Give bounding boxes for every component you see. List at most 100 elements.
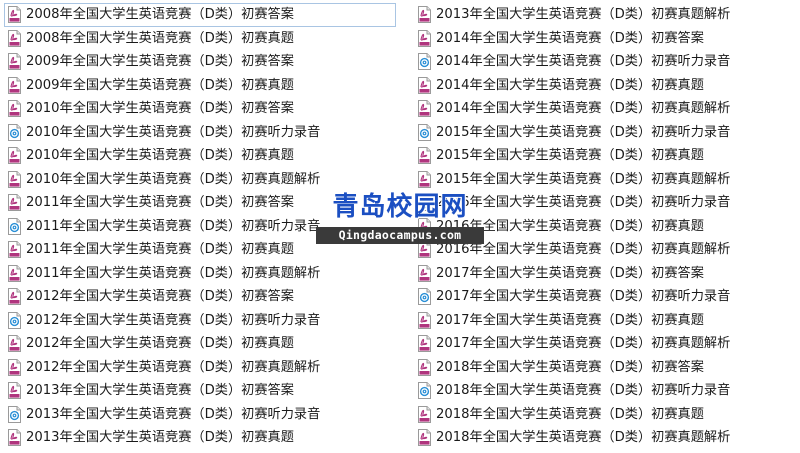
pdf-file-icon — [8, 147, 26, 165]
file-item[interactable]: 2012年全国大学生英语竞赛（D类）初赛真题 — [4, 332, 396, 356]
file-item[interactable]: 2013年全国大学生英语竞赛（D类）初赛真题 — [4, 426, 396, 450]
file-name: 2010年全国大学生英语竞赛（D类）初赛答案 — [26, 101, 294, 117]
file-item[interactable]: 2008年全国大学生英语竞赛（D类）初赛真题 — [4, 27, 396, 51]
file-item[interactable]: 2018年全国大学生英语竞赛（D类）初赛听力录音 — [414, 379, 800, 403]
pdf-file-icon — [8, 429, 26, 447]
file-name: 2018年全国大学生英语竞赛（D类）初赛真题 — [436, 406, 704, 422]
file-name: 2016年全国大学生英语竞赛（D类）初赛听力录音 — [436, 195, 731, 211]
file-item[interactable]: 2015年全国大学生英语竞赛（D类）初赛真题解析 — [414, 168, 800, 192]
file-item[interactable]: 2017年全国大学生英语竞赛（D类）初赛答案 — [414, 262, 800, 286]
file-name: 2010年全国大学生英语竞赛（D类）初赛真题 — [26, 148, 294, 164]
file-item[interactable]: 2010年全国大学生英语竞赛（D类）初赛真题 — [4, 144, 396, 168]
file-item[interactable]: 2011年全国大学生英语竞赛（D类）初赛答案 — [4, 191, 396, 215]
file-name: 2015年全国大学生英语竞赛（D类）初赛真题 — [436, 148, 704, 164]
file-item[interactable]: 2017年全国大学生英语竞赛（D类）初赛听力录音 — [414, 285, 800, 309]
file-list: 2008年全国大学生英语竞赛（D类）初赛答案 2008年全国大学生英语竞赛（D类）… — [0, 0, 800, 453]
file-name: 2013年全国大学生英语竞赛（D类）初赛真题 — [26, 430, 294, 446]
file-column-right: 2013年全国大学生英语竞赛（D类）初赛真题解析 2014年全国大学生英语竞赛（D… — [414, 3, 800, 450]
pdf-file-icon — [418, 29, 436, 47]
file-name: 2009年全国大学生英语竞赛（D类）初赛真题 — [26, 77, 294, 93]
file-item[interactable]: 2009年全国大学生英语竞赛（D类）初赛答案 — [4, 50, 396, 74]
file-item[interactable]: 2011年全国大学生英语竞赛（D类）初赛听力录音 — [4, 215, 396, 239]
file-name: 2009年全国大学生英语竞赛（D类）初赛答案 — [26, 54, 294, 70]
pdf-file-icon — [8, 53, 26, 71]
pdf-file-icon — [8, 241, 26, 259]
pdf-file-icon — [418, 217, 436, 235]
audio-file-icon — [418, 288, 436, 306]
file-item[interactable]: 2018年全国大学生英语竞赛（D类）初赛真题 — [414, 403, 800, 427]
file-item[interactable]: 2012年全国大学生英语竞赛（D类）初赛听力录音 — [4, 309, 396, 333]
pdf-file-icon — [8, 335, 26, 353]
file-name: 2014年全国大学生英语竞赛（D类）初赛听力录音 — [436, 54, 731, 70]
file-item[interactable]: 2013年全国大学生英语竞赛（D类）初赛真题解析 — [414, 3, 800, 27]
file-item[interactable]: 2018年全国大学生英语竞赛（D类）初赛真题解析 — [414, 426, 800, 450]
file-item[interactable]: 2012年全国大学生英语竞赛（D类）初赛真题解析 — [4, 356, 396, 380]
file-item[interactable]: 2016年全国大学生英语竞赛（D类）初赛听力录音 — [414, 191, 800, 215]
pdf-file-icon — [8, 194, 26, 212]
file-item[interactable]: 2016年全国大学生英语竞赛（D类）初赛真题 — [414, 215, 800, 239]
file-name: 2015年全国大学生英语竞赛（D类）初赛听力录音 — [436, 124, 731, 140]
file-name: 2017年全国大学生英语竞赛（D类）初赛答案 — [436, 265, 704, 281]
file-column-left: 2008年全国大学生英语竞赛（D类）初赛答案 2008年全国大学生英语竞赛（D类）… — [4, 3, 396, 450]
file-item[interactable]: 2012年全国大学生英语竞赛（D类）初赛答案 — [4, 285, 396, 309]
audio-file-icon — [8, 405, 26, 423]
file-item[interactable]: 2013年全国大学生英语竞赛（D类）初赛答案 — [4, 379, 396, 403]
file-name: 2012年全国大学生英语竞赛（D类）初赛真题 — [26, 336, 294, 352]
file-name: 2011年全国大学生英语竞赛（D类）初赛真题 — [26, 242, 294, 258]
audio-file-icon — [8, 217, 26, 235]
file-name: 2015年全国大学生英语竞赛（D类）初赛真题解析 — [436, 171, 731, 187]
file-item[interactable]: 2009年全国大学生英语竞赛（D类）初赛真题 — [4, 74, 396, 98]
file-item[interactable]: 2017年全国大学生英语竞赛（D类）初赛真题 — [414, 309, 800, 333]
file-item[interactable]: 2011年全国大学生英语竞赛（D类）初赛真题 — [4, 238, 396, 262]
pdf-file-icon — [418, 147, 436, 165]
audio-file-icon — [418, 194, 436, 212]
file-name: 2008年全国大学生英语竞赛（D类）初赛真题 — [26, 30, 294, 46]
file-name: 2017年全国大学生英语竞赛（D类）初赛听力录音 — [436, 289, 731, 305]
pdf-file-icon — [8, 264, 26, 282]
audio-file-icon — [8, 123, 26, 141]
file-item[interactable]: 2014年全国大学生英语竞赛（D类）初赛真题解析 — [414, 97, 800, 121]
file-name: 2011年全国大学生英语竞赛（D类）初赛真题解析 — [26, 265, 321, 281]
audio-file-icon — [8, 311, 26, 329]
file-name: 2013年全国大学生英语竞赛（D类）初赛听力录音 — [26, 406, 321, 422]
file-name: 2018年全国大学生英语竞赛（D类）初赛听力录音 — [436, 383, 731, 399]
file-item[interactable]: 2008年全国大学生英语竞赛（D类）初赛答案 — [4, 3, 396, 27]
pdf-file-icon — [418, 76, 436, 94]
pdf-file-icon — [8, 6, 26, 24]
pdf-file-icon — [418, 170, 436, 188]
file-item[interactable]: 2014年全国大学生英语竞赛（D类）初赛答案 — [414, 27, 800, 51]
file-item[interactable]: 2017年全国大学生英语竞赛（D类）初赛真题解析 — [414, 332, 800, 356]
file-name: 2008年全国大学生英语竞赛（D类）初赛答案 — [26, 7, 294, 23]
file-item[interactable]: 2014年全国大学生英语竞赛（D类）初赛听力录音 — [414, 50, 800, 74]
file-item[interactable]: 2018年全国大学生英语竞赛（D类）初赛答案 — [414, 356, 800, 380]
file-item[interactable]: 2016年全国大学生英语竞赛（D类）初赛真题解析 — [414, 238, 800, 262]
file-name: 2010年全国大学生英语竞赛（D类）初赛听力录音 — [26, 124, 321, 140]
file-name: 2017年全国大学生英语竞赛（D类）初赛真题 — [436, 312, 704, 328]
pdf-file-icon — [418, 335, 436, 353]
pdf-file-icon — [8, 100, 26, 118]
file-item[interactable]: 2014年全国大学生英语竞赛（D类）初赛真题 — [414, 74, 800, 98]
file-name: 2018年全国大学生英语竞赛（D类）初赛真题解析 — [436, 430, 731, 446]
pdf-file-icon — [8, 382, 26, 400]
file-name: 2011年全国大学生英语竞赛（D类）初赛听力录音 — [26, 218, 321, 234]
file-item[interactable]: 2015年全国大学生英语竞赛（D类）初赛真题 — [414, 144, 800, 168]
file-item[interactable]: 2011年全国大学生英语竞赛（D类）初赛真题解析 — [4, 262, 396, 286]
pdf-file-icon — [8, 288, 26, 306]
pdf-file-icon — [418, 100, 436, 118]
file-item[interactable]: 2013年全国大学生英语竞赛（D类）初赛听力录音 — [4, 403, 396, 427]
file-item[interactable]: 2010年全国大学生英语竞赛（D类）初赛听力录音 — [4, 121, 396, 145]
file-item[interactable]: 2010年全国大学生英语竞赛（D类）初赛答案 — [4, 97, 396, 121]
file-name: 2012年全国大学生英语竞赛（D类）初赛真题解析 — [26, 359, 321, 375]
file-name: 2013年全国大学生英语竞赛（D类）初赛真题解析 — [436, 7, 731, 23]
pdf-file-icon — [418, 241, 436, 259]
file-item[interactable]: 2015年全国大学生英语竞赛（D类）初赛听力录音 — [414, 121, 800, 145]
file-name: 2013年全国大学生英语竞赛（D类）初赛答案 — [26, 383, 294, 399]
pdf-file-icon — [8, 76, 26, 94]
file-name: 2014年全国大学生英语竞赛（D类）初赛真题解析 — [436, 101, 731, 117]
pdf-file-icon — [8, 358, 26, 376]
file-item[interactable]: 2010年全国大学生英语竞赛（D类）初赛真题解析 — [4, 168, 396, 192]
file-name: 2011年全国大学生英语竞赛（D类）初赛答案 — [26, 195, 294, 211]
file-name: 2010年全国大学生英语竞赛（D类）初赛真题解析 — [26, 171, 321, 187]
file-name: 2016年全国大学生英语竞赛（D类）初赛真题解析 — [436, 242, 731, 258]
audio-file-icon — [418, 53, 436, 71]
